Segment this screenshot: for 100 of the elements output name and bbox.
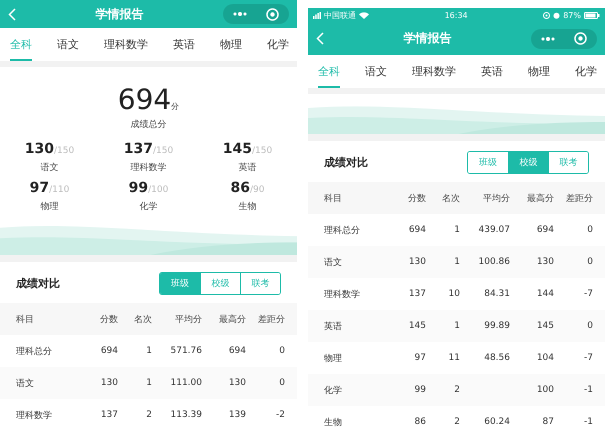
wifi-icon (359, 12, 369, 18)
table-cell-text: 1 (453, 257, 460, 267)
table-cell-text: 理科数学 (16, 410, 53, 422)
table-cell-text: 语文 (324, 256, 343, 268)
close-icon[interactable] (266, 8, 280, 20)
table-cell-text: 理科总分 (16, 346, 53, 358)
back-icon[interactable] (8, 8, 16, 20)
table-cell-text: 理科总分 (324, 224, 361, 236)
column-header: 分数 (99, 314, 118, 326)
table-cell-text: 571.76 (170, 346, 202, 356)
table-cell-text: 130 (228, 378, 246, 388)
table-cell-text: 1 (453, 321, 460, 331)
table-cell-text: 99 (414, 385, 426, 395)
signal-icon (313, 12, 321, 18)
full-score: /150 (252, 146, 272, 156)
subject-tab[interactable]: 理科数学 (412, 55, 456, 88)
subject-tab[interactable]: 语文 (365, 55, 387, 88)
table-cell-text: 英语 (324, 320, 343, 332)
more-icon[interactable] (540, 36, 555, 40)
status-time: 16:34 (444, 10, 468, 20)
subject-name: 物理 (40, 200, 58, 213)
column-header: 最高分 (526, 192, 554, 204)
subject-score: 137 (124, 141, 153, 157)
subject-tab[interactable]: 化学 (575, 55, 597, 88)
table-cell-text: 0 (586, 257, 593, 267)
table-cell-text: 130 (536, 257, 554, 267)
table-cell-text: 0 (586, 321, 593, 331)
table-cell-text: 2 (453, 385, 460, 395)
section-title: 成绩对比 (324, 155, 368, 170)
table-cell-text: 生物 (324, 416, 343, 428)
score-unit: 分 (171, 101, 180, 112)
close-icon[interactable] (574, 32, 588, 45)
subject-name: 生物 (238, 200, 256, 213)
table-cell-text: 144 (536, 289, 554, 299)
subject-name: 化学 (140, 200, 158, 213)
table-cell-text: 145 (408, 321, 426, 331)
table-cell-text: -1 (583, 385, 593, 395)
total-score: 694 (118, 83, 172, 116)
table-cell-text: 99.89 (483, 321, 510, 331)
column-header: 分数 (407, 192, 426, 204)
subject-tab[interactable]: 物理 (220, 28, 242, 61)
table-cell-text: 语文 (16, 378, 35, 390)
more-icon[interactable] (232, 12, 247, 16)
table-cell-text: -7 (583, 289, 593, 299)
table-cell-text: 145 (536, 321, 554, 331)
table-cell-text: 10 (448, 289, 460, 299)
column-header: 差距分 (257, 314, 285, 326)
table-cell-text: 化学 (324, 384, 343, 396)
subject-tab[interactable]: 物理 (528, 55, 550, 88)
full-score: /110 (49, 185, 70, 195)
subject-tab[interactable]: 英语 (481, 55, 503, 88)
table-cell-text: 113.39 (170, 410, 202, 420)
column-header: 科目 (16, 314, 35, 326)
column-header: 平均分 (482, 192, 510, 204)
subject-score: 86 (230, 180, 250, 196)
subject-tab[interactable]: 语文 (57, 28, 79, 61)
column-header: 平均分 (174, 314, 202, 326)
battery-percent: 87% (563, 10, 581, 20)
table-cell-text: 87 (542, 417, 554, 427)
subject-tab[interactable]: 化学 (267, 28, 289, 61)
table-cell-text: 100 (536, 385, 554, 395)
table-cell-text: 130 (408, 257, 426, 267)
location-icon (543, 12, 550, 18)
table-cell-text: 130 (100, 378, 118, 388)
subject-name: 理科数学 (130, 162, 166, 174)
table-cell-text: 11 (448, 353, 460, 363)
table-cell-text: 60.24 (483, 417, 510, 427)
table-cell-text: 理科数学 (324, 288, 361, 300)
table-cell-text: 物理 (324, 352, 343, 364)
carrier-name: 中国联通 (324, 10, 356, 20)
table-cell-text: 111.00 (170, 378, 202, 388)
subject-score: 97 (30, 180, 50, 196)
subject-score: 130 (24, 141, 54, 157)
table-cell-text: 1 (145, 346, 152, 356)
table-cell-text: -1 (583, 417, 593, 427)
table-cell-text: 2 (145, 410, 152, 420)
subject-name: 英语 (238, 162, 256, 174)
full-score: /90 (250, 185, 264, 195)
table-cell-text: 694 (100, 346, 118, 356)
back-icon[interactable] (316, 32, 324, 45)
full-score: /100 (148, 185, 168, 195)
table-cell-text: 104 (536, 353, 554, 363)
table-cell-text: 137 (408, 289, 426, 299)
table-cell-text: 1 (145, 378, 152, 388)
column-header: 差距分 (565, 192, 593, 204)
table-cell-text: 1 (453, 225, 460, 235)
table-cell-text: 139 (228, 410, 246, 420)
table-cell-text: 0 (586, 225, 593, 235)
full-score: /150 (54, 146, 74, 156)
table-cell-text: 97 (414, 353, 426, 363)
subject-tab[interactable]: 英语 (173, 28, 195, 61)
column-header: 科目 (324, 192, 343, 204)
table-cell-text: 0 (278, 346, 285, 356)
table-cell-text: 694 (536, 225, 554, 235)
table-cell-text: -7 (583, 353, 593, 363)
column-header: 名次 (441, 192, 460, 204)
table-cell-text: 0 (278, 378, 285, 388)
subject-tab[interactable]: 理科数学 (104, 28, 148, 61)
section-title: 成绩对比 (16, 276, 60, 291)
subject-score: 99 (128, 180, 148, 196)
